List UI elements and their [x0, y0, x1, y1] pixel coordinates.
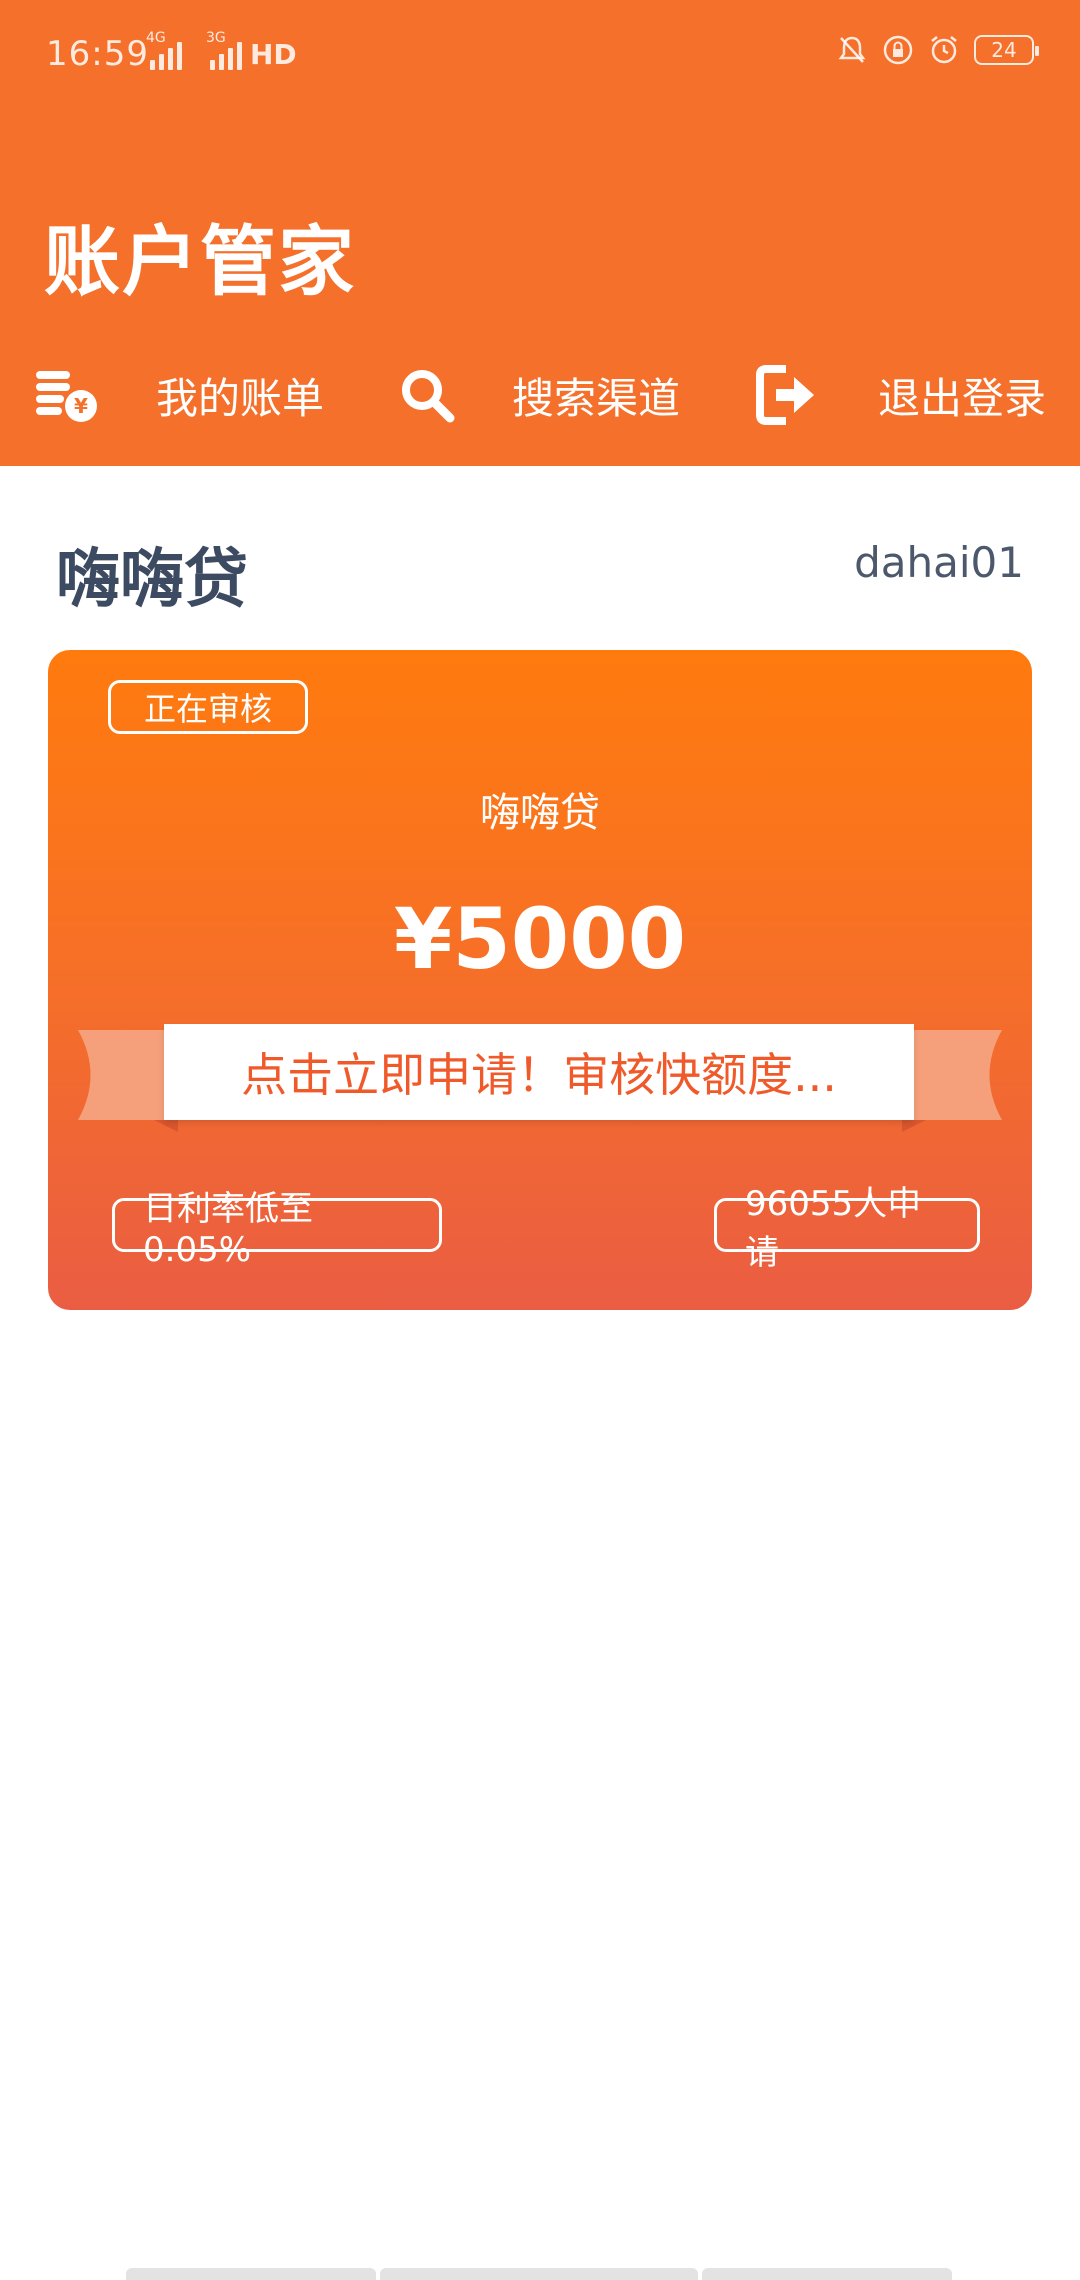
section-title: 嗨嗨贷	[56, 543, 248, 617]
svg-text:¥: ¥	[74, 394, 88, 418]
header-nav: ¥ 我的账单 搜索渠道 退出登录	[0, 350, 1080, 440]
nav-my-bills[interactable]: ¥ 我的账单	[34, 350, 324, 440]
logout-icon	[756, 365, 814, 425]
nav-search-channel[interactable]: 搜索渠道	[398, 350, 680, 440]
loan-amount: ¥5000	[393, 890, 687, 988]
battery-level: 24	[991, 38, 1017, 62]
hd-voice-icon: HD	[250, 38, 297, 71]
search-icon	[402, 370, 455, 423]
network-type-1: 4G	[146, 30, 166, 46]
app-header: 16:59 4G 3G HD 24 账户管家 ¥ 我的账单 搜索渠道 退出登录	[0, 0, 1080, 466]
lock-rotation-icon	[883, 35, 913, 65]
nav-my-bills-label: 我的账单	[156, 373, 325, 423]
status-time: 16:59	[46, 34, 149, 74]
bottom-handle-segment	[702, 2268, 952, 2280]
nav-logout-label: 退出登录	[878, 373, 1047, 423]
apply-now-banner[interactable]: 点击立即申请！审核快额度...	[164, 1024, 914, 1120]
bottom-nav-handles	[126, 2268, 956, 2280]
alarm-icon	[931, 36, 957, 64]
bell-muted-icon	[838, 36, 866, 63]
coins-yen-icon: ¥	[36, 371, 97, 422]
network-type-2: 3G	[206, 30, 226, 46]
username: dahai01	[854, 538, 1024, 587]
bottom-handle-segment	[380, 2268, 698, 2280]
applicants-count-tag: 96055人申请	[714, 1184, 980, 1273]
nav-logout[interactable]: 退出登录	[756, 350, 1046, 440]
loan-name: 嗨嗨贷	[480, 790, 600, 836]
status-bar: 16:59 4G 3G HD 24	[0, 0, 1080, 110]
battery-icon: 24	[974, 35, 1039, 65]
daily-rate-tag: 日利率低至0.05%	[112, 1189, 442, 1270]
apply-now-text: 点击立即申请！审核快额度...	[241, 1048, 837, 1102]
app-title: 账户管家	[44, 217, 356, 306]
nav-search-channel-label: 搜索渠道	[512, 373, 681, 423]
status-badge: 正在审核	[108, 680, 308, 734]
status-right-icons: 24	[836, 34, 1039, 66]
loan-card[interactable]: 正在审核 嗨嗨贷 ¥5000 点击立即申请！审核快额度... 日利率低至0.05…	[48, 650, 1032, 1310]
bottom-handle-segment	[126, 2268, 376, 2280]
